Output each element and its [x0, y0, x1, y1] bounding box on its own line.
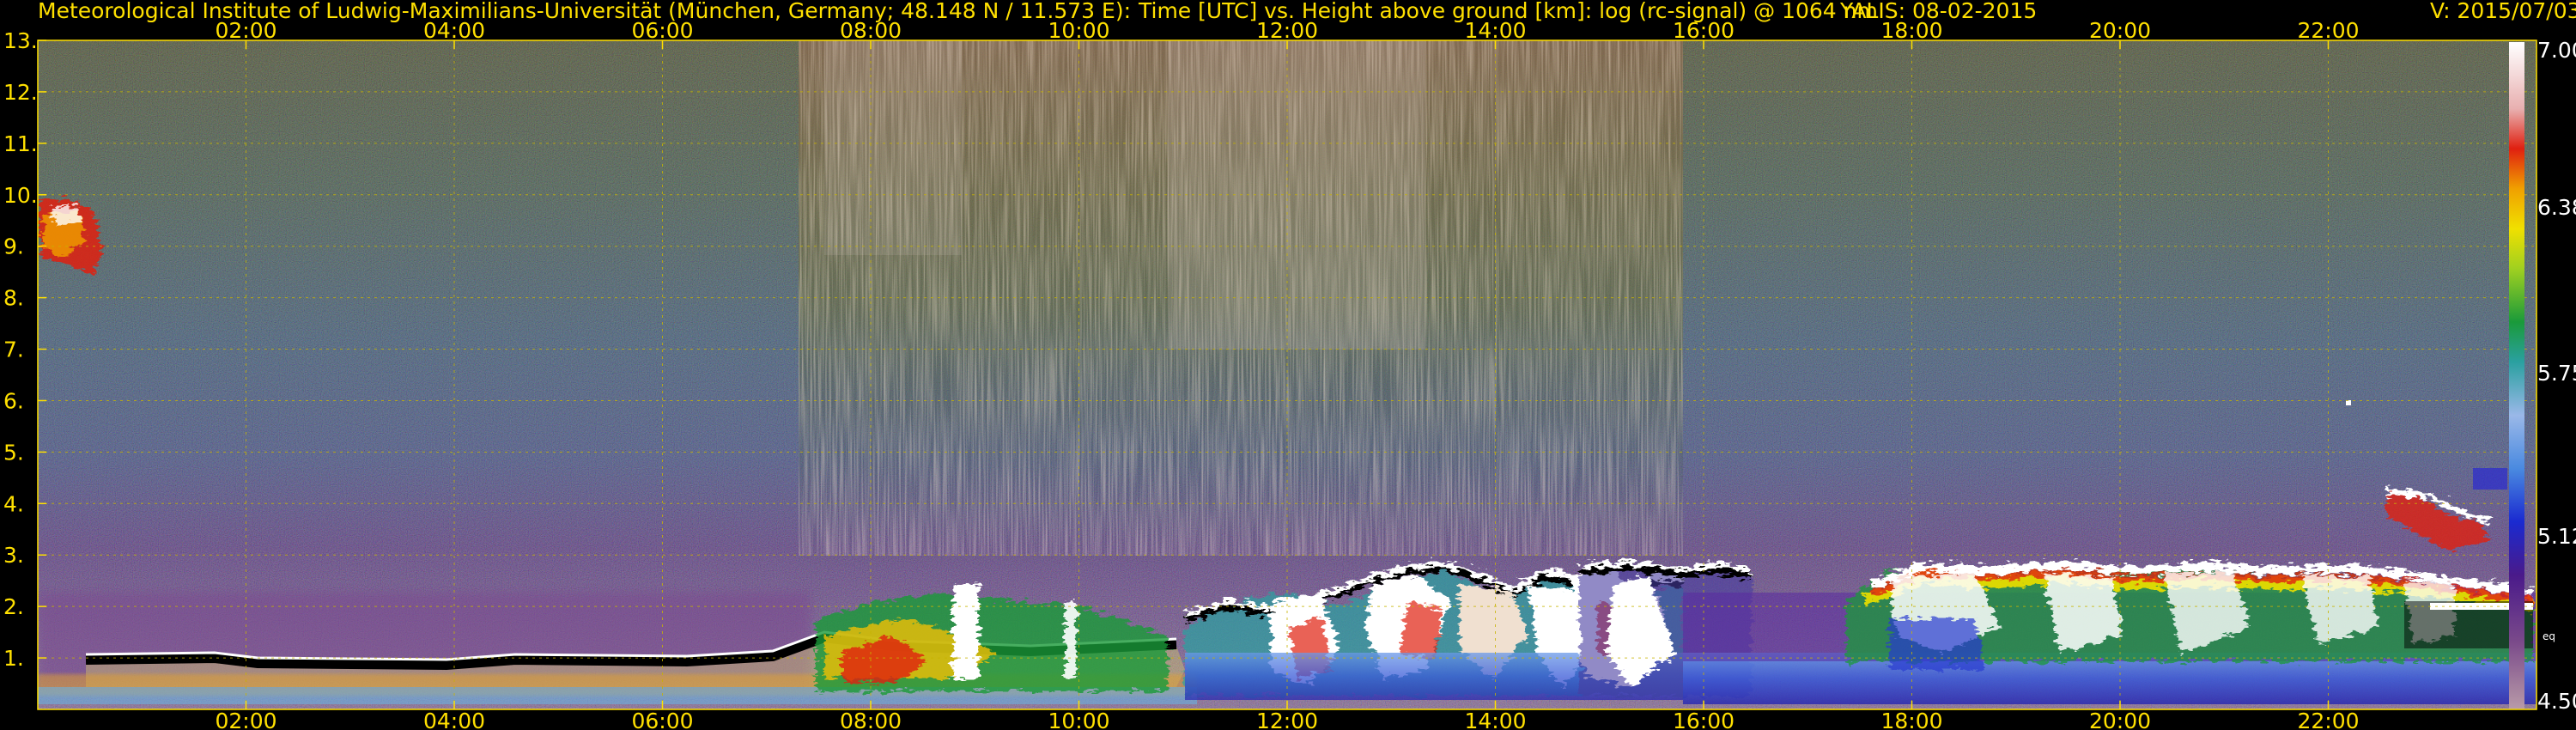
x-tick-label-bottom: 22:00	[2297, 709, 2359, 730]
x-tick-label-bottom: 04:00	[423, 709, 485, 730]
y-tick-label: 12.	[3, 80, 38, 105]
x-tick-label-top: 08:00	[840, 18, 902, 43]
x-tick-label-bottom: 18:00	[1880, 709, 1942, 730]
heatmap-area	[38, 40, 2537, 709]
y-tick-label: 2.	[3, 594, 24, 619]
x-tick-label-top: 22:00	[2297, 18, 2359, 43]
y-tick-label: 6.	[3, 388, 24, 413]
x-tick-label-top: 10:00	[1048, 18, 1109, 43]
colorbar-label-4: 5.12	[2537, 524, 2576, 549]
lidar-chart: 02:00 04:00 06:00 08:00 10:00 12:00 14:00 16:00…	[3, 18, 2576, 730]
x-tick-label-bottom: 02:00	[215, 709, 276, 730]
x-tick-label-bottom: 10:00	[1048, 709, 1109, 730]
x-tick-label-top: 20:00	[2089, 18, 2151, 43]
colorbar-eq-label: eq	[2543, 630, 2555, 642]
x-tick-label-top: 06:00	[631, 18, 693, 43]
x-tick-label-top: 14:00	[1464, 18, 1526, 43]
y-axis: 1. 2. 3. 4. 5. 6. 7. 8. 9. 10. 11. 12. 13.	[3, 28, 38, 671]
colorbar-label-3: 5.75	[2537, 361, 2576, 386]
x-tick-label-bottom: 20:00	[2089, 709, 2151, 730]
y-tick-label: 11.	[3, 131, 38, 156]
y-tick-label: 13.	[3, 28, 38, 53]
x-axis-top: 02:00 04:00 06:00 08:00 10:00 12:00 14:00 16:00…	[215, 18, 2359, 43]
colorbar-gradient	[2509, 42, 2524, 709]
x-tick-label-top: 02:00	[215, 18, 276, 43]
y-tick-label: 1.	[3, 646, 24, 671]
x-tick-label-top: 12:00	[1256, 18, 1318, 43]
x-axis-bottom: 02:00 04:00 06:00 08:00 10:00 12:00 14:00 16:00…	[215, 709, 2359, 730]
y-tick-label: 3.	[3, 543, 24, 568]
colorbar-label-2: 6.38	[2537, 195, 2576, 220]
x-tick-label-top: 18:00	[1880, 18, 1942, 43]
x-tick-label-bottom: 12:00	[1256, 709, 1318, 730]
x-tick-label-bottom: 16:00	[1673, 709, 1735, 730]
colorbar: 7.00 6.38 5.75 5.12 4.50 eq	[2509, 38, 2576, 714]
x-tick-label-top: 04:00	[423, 18, 485, 43]
x-tick-label-bottom: 14:00	[1464, 709, 1526, 730]
y-tick-label: 9.	[3, 234, 24, 259]
y-tick-label: 8.	[3, 286, 24, 311]
y-tick-label: 4.	[3, 491, 24, 516]
y-tick-label: 5.	[3, 440, 24, 465]
x-tick-label-top: 16:00	[1673, 18, 1735, 43]
x-tick-label-bottom: 08:00	[840, 709, 902, 730]
x-tick-label-bottom: 06:00	[631, 709, 693, 730]
colorbar-label-min: 4.50	[2537, 689, 2576, 714]
y-tick-label: 10.	[3, 183, 38, 208]
colorbar-label-max: 7.00	[2537, 38, 2576, 63]
y-tick-label: 7.	[3, 338, 24, 362]
